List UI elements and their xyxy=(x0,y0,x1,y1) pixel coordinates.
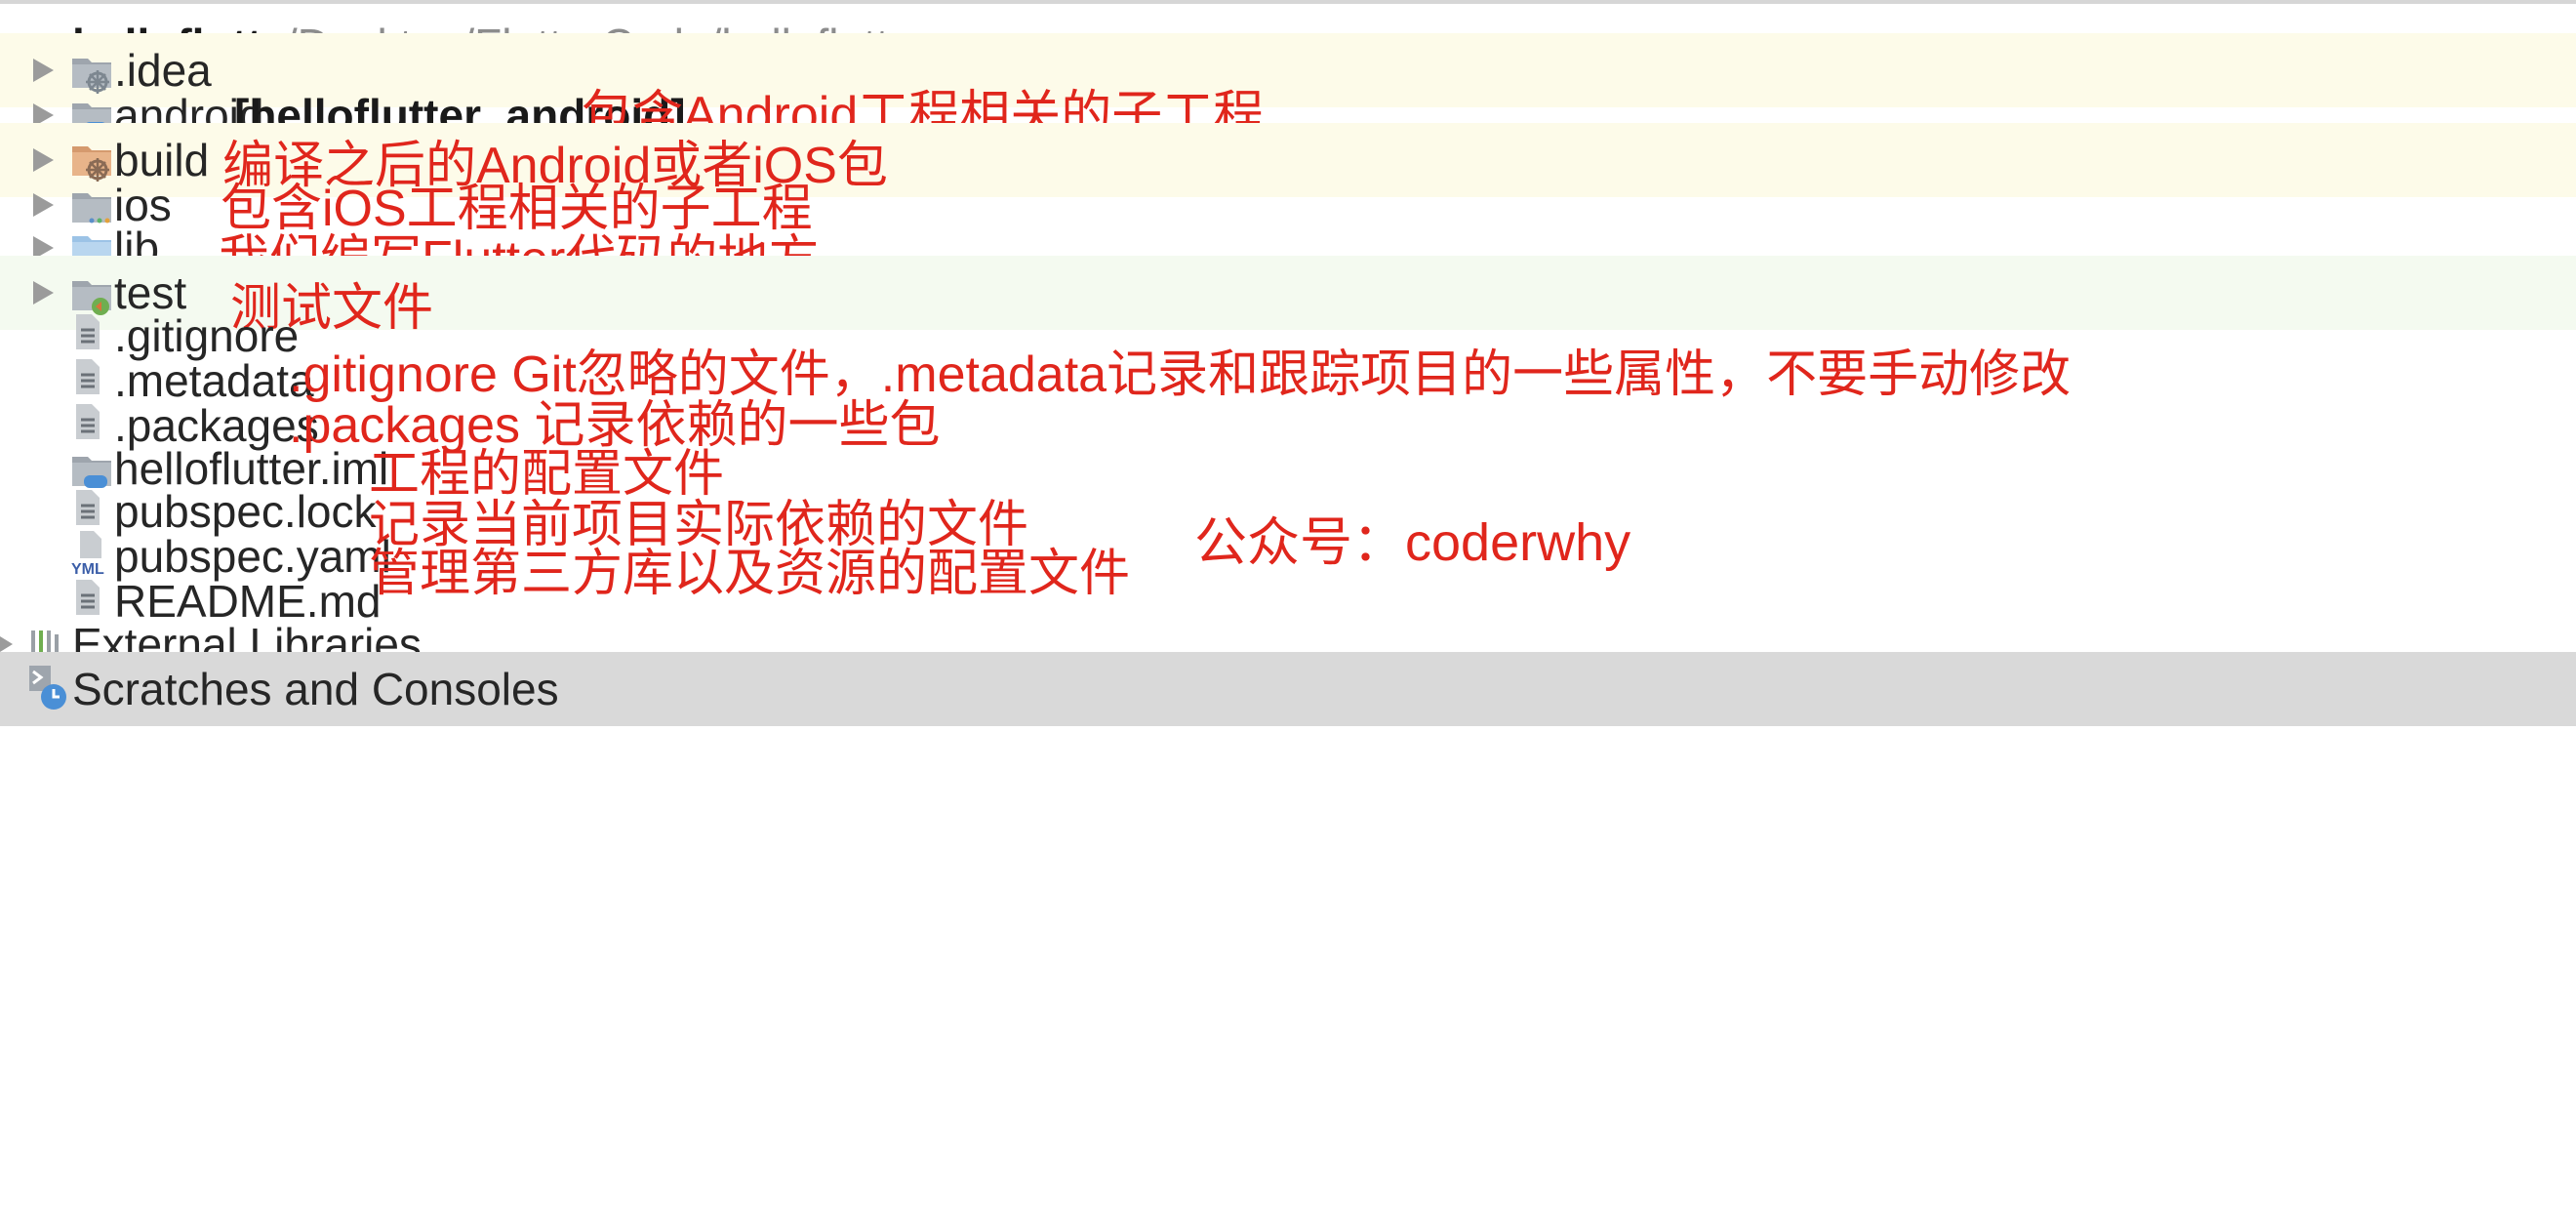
scratches-icon xyxy=(29,666,66,710)
chevron-right-icon[interactable] xyxy=(0,636,13,652)
watermark: 公众号：coderwhy xyxy=(1194,513,1631,572)
tree-label: Scratches and Consoles xyxy=(72,664,559,714)
tree-row-scratches[interactable]: Scratches and Consoles xyxy=(0,652,2576,726)
top-border xyxy=(0,0,2576,4)
